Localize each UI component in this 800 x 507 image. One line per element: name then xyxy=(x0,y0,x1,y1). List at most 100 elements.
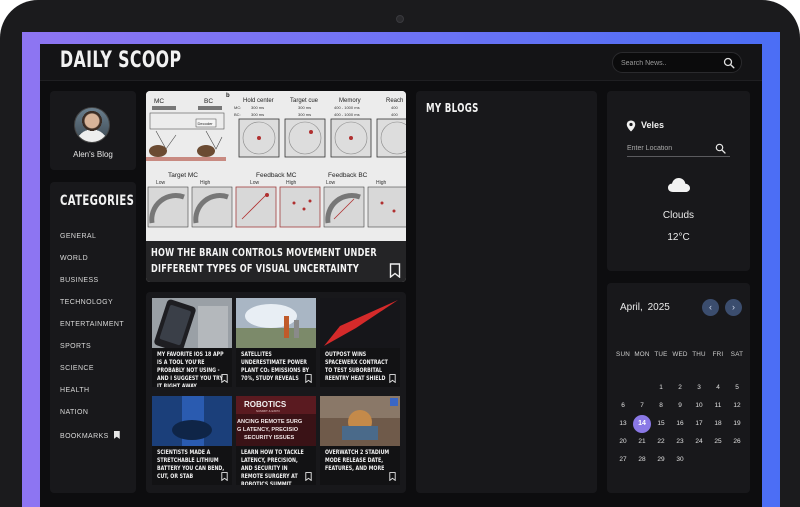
news-card[interactable]: ROBOTICS SUMMIT & EXPO ANCING REMOTE SUR… xyxy=(236,396,316,485)
search-icon[interactable] xyxy=(723,57,735,69)
news-thumbnail xyxy=(320,298,400,348)
calendar-day[interactable]: 25 xyxy=(709,433,727,451)
news-title[interactable]: SCIENTISTS MADE A STRETCHABLE LITHIUM BA… xyxy=(157,448,225,480)
calendar-day[interactable]: 18 xyxy=(709,415,727,433)
bookmarks-label: BOOKMARKS xyxy=(60,433,109,440)
news-card[interactable]: OUTPOST WINS SPACEWERX CONTRACT TO TEST … xyxy=(320,298,400,387)
news-title[interactable]: OUTPOST WINS SPACEWERX CONTRACT TO TEST … xyxy=(325,350,393,382)
calendar-day-today[interactable]: 14 xyxy=(633,415,651,433)
calendar-day[interactable]: 26 xyxy=(728,433,746,451)
avatar[interactable] xyxy=(74,107,110,143)
bookmark-icon xyxy=(113,431,120,439)
news-thumbnail: ROBOTICS SUMMIT & EXPO ANCING REMOTE SUR… xyxy=(236,396,316,446)
weekday-label: THU xyxy=(692,351,706,358)
featured-title[interactable]: HOW THE BRAIN CONTROLS MOVEMENT UNDER DI… xyxy=(151,245,380,277)
calendar-day[interactable]: 13 xyxy=(614,415,632,433)
profile-name[interactable]: Alen's Blog xyxy=(50,150,136,159)
calendar-day[interactable]: 6 xyxy=(614,397,632,415)
calendar-day[interactable]: 22 xyxy=(652,433,670,451)
calendar-day[interactable]: 16 xyxy=(671,415,689,433)
calendar-day[interactable]: 29 xyxy=(652,451,670,469)
bookmark-icon[interactable] xyxy=(305,374,312,383)
bookmark-icon[interactable] xyxy=(221,472,228,481)
label-hold-center: Hold center xyxy=(243,98,274,104)
label-mc-row: MC: xyxy=(234,105,241,110)
calendar-day[interactable]: 3 xyxy=(690,379,708,397)
calendar-day[interactable]: 5 xyxy=(728,379,746,397)
calendar-day[interactable]: 17 xyxy=(690,415,708,433)
category-health[interactable]: HEALTH xyxy=(60,387,90,394)
next-month-button[interactable]: › xyxy=(725,299,742,316)
calendar-day[interactable]: 8 xyxy=(652,397,670,415)
label-high-2: High xyxy=(286,180,297,186)
my-blogs-panel: MY BLOGS xyxy=(416,91,597,493)
camera-dot xyxy=(396,15,404,23)
bookmark-icon[interactable] xyxy=(389,472,396,481)
weekday-label: MON xyxy=(634,351,650,358)
search-input[interactable] xyxy=(621,55,717,71)
search-bar[interactable] xyxy=(612,52,742,73)
calendar-day[interactable]: 2 xyxy=(671,379,689,397)
label-feedback-bc: Feedback BC xyxy=(328,172,368,179)
search-icon[interactable] xyxy=(715,143,726,154)
label-panel-b: b xyxy=(226,93,230,99)
calendar-day[interactable]: 30 xyxy=(671,451,689,469)
bookmark-icon[interactable] xyxy=(389,374,396,383)
top-header: DAILY SCOOP xyxy=(40,44,762,81)
category-general[interactable]: GENERAL xyxy=(60,233,96,240)
calendar-month-label: April, 2025 xyxy=(620,302,670,313)
category-sports[interactable]: SPORTS xyxy=(60,343,91,350)
label-low-1: Low xyxy=(156,180,166,186)
calendar-day[interactable]: 7 xyxy=(633,397,651,415)
news-card[interactable]: SCIENTISTS MADE A STRETCHABLE LITHIUM BA… xyxy=(152,396,232,485)
calendar-day[interactable]: 11 xyxy=(709,397,727,415)
category-bookmarks[interactable]: BOOKMARKS xyxy=(60,431,120,440)
calendar-day[interactable]: 21 xyxy=(633,433,651,451)
calendar-day[interactable]: 23 xyxy=(671,433,689,451)
featured-figure: MC BC b Decoder Hold center Target cue M… xyxy=(146,91,406,241)
featured-article[interactable]: MC BC b Decoder Hold center Target cue M… xyxy=(146,91,406,282)
category-technology[interactable]: TECHNOLOGY xyxy=(60,299,113,306)
news-title[interactable]: SATELLITES UNDERESTIMATE POWER PLANT CO₂… xyxy=(241,350,309,382)
weekday-label: FRI xyxy=(712,351,724,358)
news-card[interactable]: SATELLITES UNDERESTIMATE POWER PLANT CO₂… xyxy=(236,298,316,387)
calendar-day[interactable]: 9 xyxy=(671,397,689,415)
calendar-day[interactable]: 20 xyxy=(614,433,632,451)
news-card[interactable]: MY FAVORITE IOS 18 APP IS A TOOL YOU'RE … xyxy=(152,298,232,387)
weekday-label: SUN xyxy=(616,351,630,358)
calendar-day[interactable]: 28 xyxy=(633,451,651,469)
category-nation[interactable]: NATION xyxy=(60,409,88,416)
label-decoder: Decoder xyxy=(198,121,214,126)
calendar-widget: April, 2025 ‹ › SUN MON TUE WED THU FRI SAT 1 2 3… xyxy=(607,283,750,493)
calendar-day[interactable]: 10 xyxy=(690,397,708,415)
label-reach: Reach xyxy=(386,98,403,104)
news-title[interactable]: OVERWATCH 2 STADIUM MODE RELEASE DATE, F… xyxy=(325,448,393,472)
calendar-day[interactable]: 4 xyxy=(709,379,727,397)
label-feedback-mc: Feedback MC xyxy=(256,172,297,179)
news-title[interactable]: LEARN HOW TO TACKLE LATENCY, PRECISION, … xyxy=(241,448,309,485)
news-card[interactable]: OVERWATCH 2 STADIUM MODE RELEASE DATE, F… xyxy=(320,396,400,485)
category-entertainment[interactable]: ENTERTAINMENT xyxy=(60,321,124,328)
bookmark-icon[interactable] xyxy=(305,472,312,481)
category-science[interactable]: SCIENCE xyxy=(60,365,94,372)
time-4: 400 xyxy=(391,105,398,110)
category-business[interactable]: BUSINESS xyxy=(60,277,99,284)
bookmark-icon[interactable] xyxy=(389,263,401,278)
calendar-day[interactable]: 15 xyxy=(652,415,670,433)
prev-month-button[interactable]: ‹ xyxy=(702,299,719,316)
time-7: 400 - 1000 ms xyxy=(334,112,360,117)
label-memory: Memory xyxy=(339,98,361,104)
news-title[interactable]: MY FAVORITE IOS 18 APP IS A TOOL YOU'RE … xyxy=(157,350,225,387)
calendar-day[interactable]: 27 xyxy=(614,451,632,469)
my-blogs-title: MY BLOGS xyxy=(426,101,479,115)
bookmark-icon[interactable] xyxy=(221,374,228,383)
site-logo[interactable]: DAILY SCOOP xyxy=(60,48,181,73)
cloud-icon xyxy=(668,178,690,192)
calendar-day[interactable]: 12 xyxy=(728,397,746,415)
category-world[interactable]: WORLD xyxy=(60,255,88,262)
calendar-day[interactable]: 1 xyxy=(652,379,670,397)
calendar-day[interactable]: 19 xyxy=(728,415,746,433)
robotics-sub: SUMMIT & EXPO xyxy=(256,409,280,413)
calendar-day[interactable]: 24 xyxy=(690,433,708,451)
profile-card[interactable]: Alen's Blog xyxy=(50,91,136,170)
